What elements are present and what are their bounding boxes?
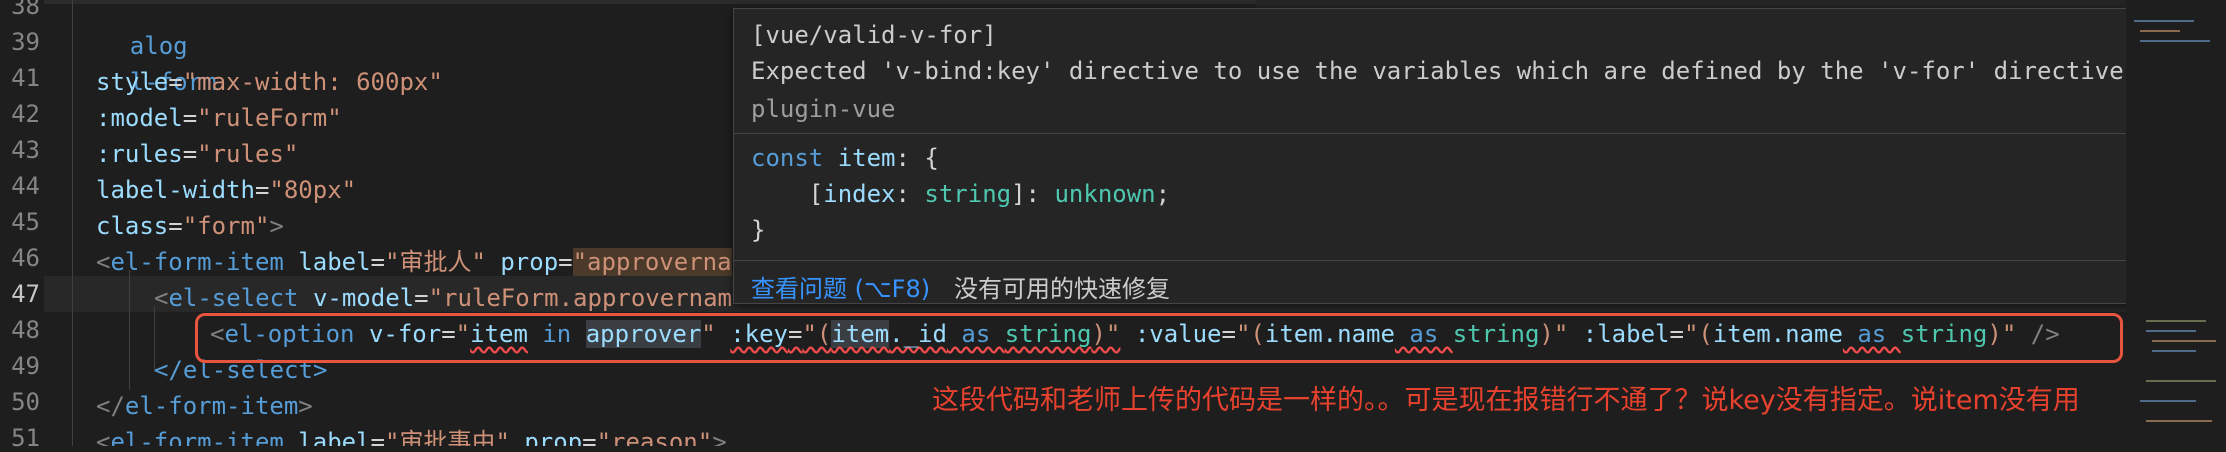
attr-name: label — [298, 248, 371, 276]
attr-name: :rules — [96, 140, 183, 168]
line-number: 51 — [11, 424, 40, 452]
equals: = — [182, 140, 198, 168]
attr-value: "reason" — [596, 428, 713, 446]
attr-value: "approverna — [572, 248, 732, 276]
type: unknown — [1054, 180, 1156, 208]
equals: = — [182, 104, 198, 132]
tag-bracket: < — [96, 248, 111, 276]
minimap-line — [2146, 330, 2196, 332]
type-line: } — [751, 216, 766, 244]
minimap-line — [2146, 380, 2216, 382]
punctuation: : { — [895, 144, 939, 172]
code-line-47: <el-select v-model="ruleForm.approvernam — [154, 284, 732, 312]
identifier: item — [837, 144, 896, 172]
code-line-38: alog — [72, 0, 188, 60]
tag-bracket: > — [269, 212, 284, 240]
attr-name: label-width — [96, 176, 255, 204]
type: string — [924, 180, 1012, 208]
code-line-43: :rules="rules" — [96, 136, 298, 172]
indent-guide — [129, 270, 130, 390]
minimap-line — [2140, 30, 2180, 32]
keyword-const: const — [751, 144, 838, 172]
tag-name: el-form-item — [110, 428, 284, 446]
code-line-44: label-width="80px" — [96, 172, 356, 208]
attr-value: "form" — [182, 212, 270, 240]
hover-diagnostic-section: [vue/valid-v-for] Expected 'v-bind:key' … — [734, 9, 2226, 134]
minimap-line — [2140, 40, 2210, 42]
attr-value: "80px" — [269, 176, 357, 204]
tag-bracket: < — [96, 428, 111, 446]
attr-name: prop — [524, 428, 583, 446]
minimap-line — [2152, 350, 2196, 352]
code-line-51: <el-form-item label="审批事由" prop="reason"… — [96, 424, 727, 446]
view-problem-link[interactable]: 查看问题 (⌥F8) — [751, 269, 930, 303]
equals: = — [254, 176, 270, 204]
line-number: 46 — [11, 244, 40, 272]
editor-tab-strip — [1256, 0, 2126, 8]
attr-value: "max-width: 600px" — [182, 68, 443, 96]
line-number: 39 — [11, 28, 40, 56]
line-number: 48 — [11, 316, 40, 344]
attr-value: "ruleForm.approvernam — [428, 284, 732, 312]
attr-name: :model — [96, 104, 183, 132]
attr-name: style — [96, 68, 169, 96]
code-line-39: l-form — [72, 28, 217, 96]
minimap[interactable] — [2126, 0, 2226, 446]
attr-value: "rules" — [197, 140, 299, 168]
line-number: 43 — [11, 136, 40, 164]
type-line: const item: { — [751, 144, 939, 172]
line-number-active: 47 — [11, 280, 40, 308]
hover-actions: 查看问题 (⌥F8) 没有可用的快速修复 — [734, 261, 2226, 303]
lint-source-continued: plugin-vue — [751, 95, 896, 123]
minimap-line — [2140, 400, 2196, 402]
minimap-line — [2146, 320, 2206, 322]
lint-rule-name: [vue/valid-v-for] — [751, 21, 997, 49]
lint-message: Expected 'v-bind:key' directive to use t… — [751, 57, 2226, 85]
hover-type-section: const item: { [index: string]: unknown; … — [734, 134, 2226, 261]
tag-name: el-form-item — [124, 392, 299, 420]
code-line-41: style="max-width: 600px" — [96, 64, 443, 100]
no-quick-fix-label: 没有可用的快速修复 — [954, 275, 1170, 303]
attr-name: prop — [500, 248, 559, 276]
tag-name: el-select — [168, 284, 299, 312]
line-number: 41 — [11, 64, 40, 92]
type-line: [index: string]: unknown; — [751, 180, 1170, 208]
code-line-46: <el-form-item label="审批人" prop="approver… — [96, 248, 732, 276]
minimap-line — [2134, 20, 2194, 22]
punctuation: [ — [751, 180, 824, 208]
equals: = — [168, 68, 183, 96]
line-number: 45 — [11, 208, 40, 236]
attr-value: "审批事由" — [385, 428, 510, 446]
hover-tooltip: [vue/valid-v-for] Expected 'v-bind:key' … — [733, 8, 2226, 304]
attr-name: class — [96, 212, 169, 240]
attr-name: v-model — [312, 284, 415, 312]
code-line-50: </el-form-item> — [96, 388, 313, 424]
minimap-line — [2146, 420, 2212, 422]
line-number: 42 — [11, 100, 40, 128]
tag-bracket: > — [712, 428, 727, 446]
identifier: index — [823, 180, 896, 208]
tag-name: el-form-item — [110, 248, 284, 276]
annotation-note: 这段代码和老师上传的代码是一样的。。可是现在报错行不通了？说key没有指定。说i… — [932, 385, 2080, 416]
attr-value: "ruleForm" — [197, 104, 342, 132]
punctuation: ; — [1155, 180, 1171, 208]
tag-bracket: < — [154, 284, 169, 312]
tag-bracket: </ — [96, 392, 125, 420]
lint-message-text: Expected 'v-bind:key' directive to use t… — [751, 57, 2139, 85]
minimap-line — [2152, 340, 2216, 342]
line-number: 44 — [11, 172, 40, 200]
equals: = — [168, 212, 183, 240]
punctuation: : — [895, 180, 925, 208]
attr-name: label — [298, 428, 371, 446]
tag-bracket: > — [298, 392, 313, 420]
code-line-45: class="form"> — [96, 208, 284, 244]
code-line-42: :model="ruleForm" — [96, 100, 342, 136]
line-number: 49 — [11, 352, 40, 380]
line-number-gutter: 38 39 41 42 43 44 45 46 47 48 49 50 51 — [0, 0, 44, 452]
line-number: 38 — [11, 0, 40, 20]
annotation-highlight-box — [195, 313, 2123, 363]
line-number: 50 — [11, 388, 40, 416]
attr-value: "审批人" — [385, 248, 486, 276]
punctuation: ]: — [1011, 180, 1055, 208]
